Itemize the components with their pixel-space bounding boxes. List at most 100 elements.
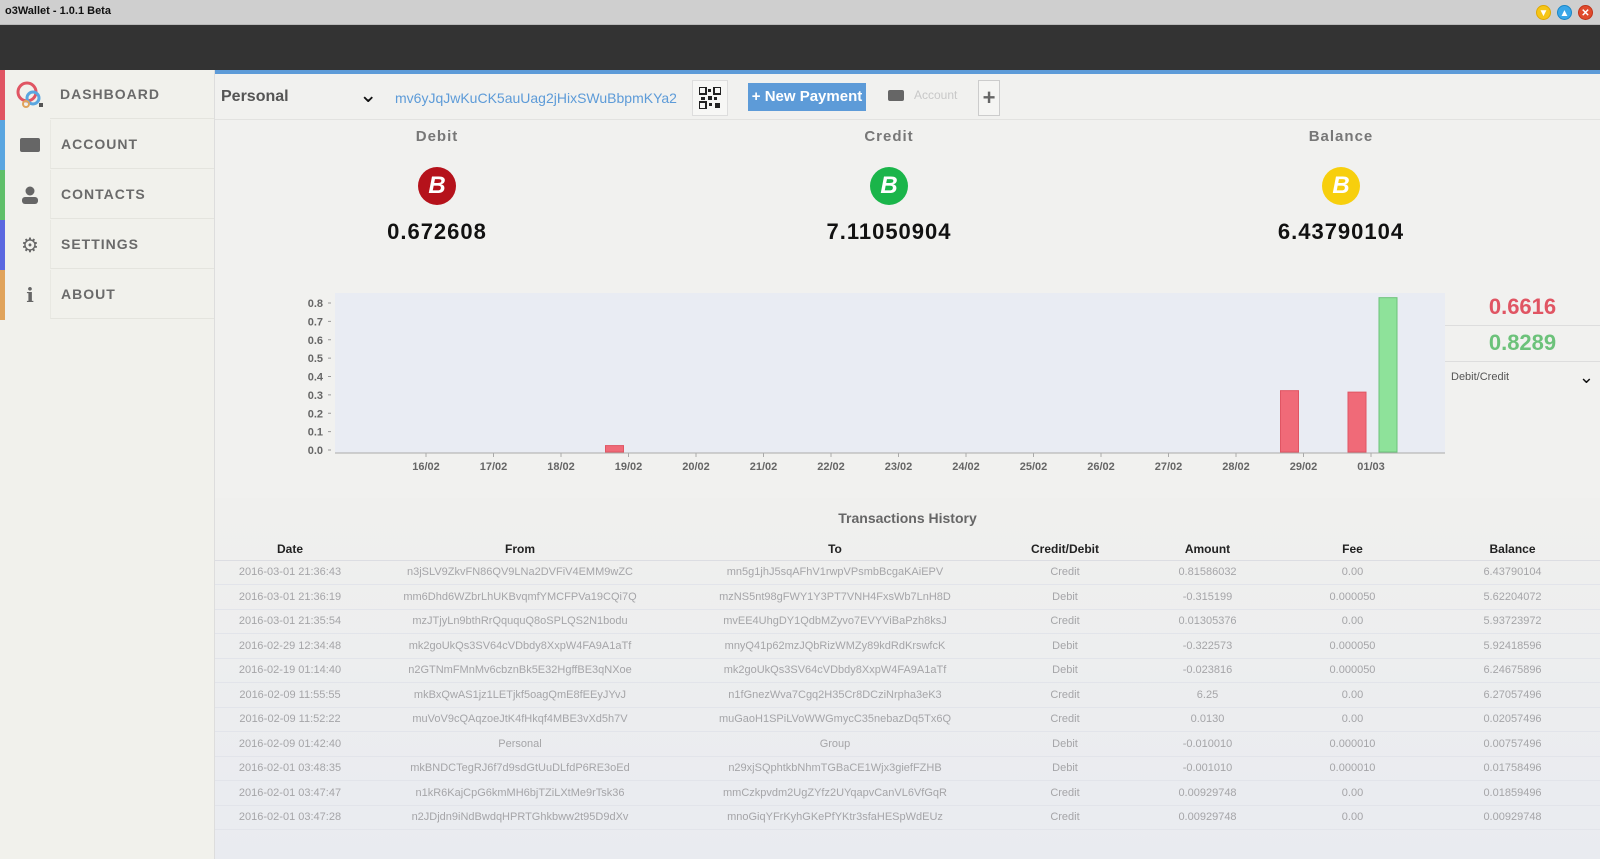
sidebar-item-label: ABOUT: [50, 270, 214, 319]
table-cell: n1kR6KajCpG6kmMH6bjTZiLXtMe9rTsk36: [365, 780, 675, 806]
sidebar-item-dashboard[interactable]: DASHBOARD: [0, 70, 214, 120]
table-row[interactable]: 2016-02-19 01:14:40 n2GTNmFMnMv6cbznBk5E3…: [215, 658, 1600, 683]
column-header[interactable]: Amount: [1135, 538, 1280, 561]
y-tick-label: 0.5: [308, 353, 323, 365]
table-cell: n2GTNmFMnMv6cbznBk5E32HgffBE3qNXoe: [365, 658, 675, 683]
chart-mode-select[interactable]: Debit/Credit ⌄: [1445, 362, 1600, 392]
table-cell: n29xjSQphtkbNhmTGBaCE1Wjx3giefFZHB: [675, 756, 995, 781]
logo-icon: [10, 70, 50, 120]
qr-code-button[interactable]: [692, 80, 728, 116]
y-tick-label: 0.8: [308, 298, 323, 310]
wallet-icon: [888, 89, 904, 101]
maximize-icon[interactable]: ▲: [1557, 5, 1572, 20]
nav-stripe: [0, 120, 5, 170]
table-row[interactable]: 2016-02-01 03:47:47 n1kR6KajCpG6kmMH6bjTZ…: [215, 780, 1600, 806]
bitcoin-icon: B: [870, 167, 908, 205]
table-row[interactable]: 2016-03-01 21:36:43 n3jSLV9ZkvFN86QV9LNa2…: [215, 560, 1600, 585]
y-tick-label: 0.7: [308, 316, 323, 328]
plot-area: [335, 293, 1445, 453]
sidebar-item-contacts[interactable]: CONTACTS: [0, 170, 214, 220]
table-cell: mm6Dhd6WZbrLhUKBvqmfYMCFPVa19CQi7Q: [365, 584, 675, 610]
balance-value: 6.43790104: [1277, 219, 1405, 244]
table-cell: 2016-02-01 03:47:28: [215, 805, 365, 830]
table-cell: Debit: [995, 756, 1135, 781]
table-row[interactable]: 2016-02-09 11:52:22 muVoV9cQAqzoeJtK4fHkq…: [215, 707, 1600, 732]
chevron-down-icon[interactable]: ⌄: [359, 82, 377, 108]
table-cell: 5.92418596: [1425, 633, 1600, 659]
x-tick-label: 21/02: [750, 461, 778, 473]
table-cell: muVoV9cQAqzoeJtK4fHkqf4MBE3vXd5h7V: [365, 707, 675, 732]
sidebar-item-about[interactable]: i ABOUT: [0, 270, 214, 320]
table-cell: -0.315199: [1135, 584, 1280, 610]
y-tick-label: 0.1: [308, 427, 323, 439]
table-row[interactable]: 2016-03-01 21:35:54 mzJTjyLn9bthRrQququQ8…: [215, 609, 1600, 634]
table-cell: Credit: [995, 609, 1135, 634]
qr-code-icon: [699, 87, 721, 109]
account-button[interactable]: Account: [888, 88, 957, 102]
debit-bar: [1347, 391, 1367, 453]
x-tick-label: 26/02: [1087, 461, 1115, 473]
table-row[interactable]: 2016-02-01 03:47:28 n2JDjdn9iNdBwdqHPRTGh…: [215, 805, 1600, 830]
column-header[interactable]: To: [675, 538, 995, 561]
table-cell: 0.81586032: [1135, 560, 1280, 585]
table-cell: 2016-02-01 03:48:35: [215, 756, 365, 781]
column-header[interactable]: Credit/Debit: [995, 538, 1135, 561]
debit-value: 0.672608: [387, 219, 487, 244]
minimize-icon[interactable]: ▼: [1536, 5, 1551, 20]
table-cell: Debit: [995, 633, 1135, 659]
table-cell: 0.01305376: [1135, 609, 1280, 634]
table-row[interactable]: 2016-02-09 01:42:40 Personal Group Debit -0.…: [215, 731, 1600, 757]
table-cell: Debit: [995, 584, 1135, 610]
window-title: o3Wallet - 1.0.1 Beta: [5, 5, 111, 17]
table-cell: Credit: [995, 682, 1135, 708]
table-cell: 2016-02-29 12:34:48: [215, 633, 365, 659]
toolbar: Personal ⌄ mv6yJqJwKuCK5auUag2jHixSWuBbp…: [215, 74, 1600, 120]
table-cell: 0.00: [1280, 682, 1425, 708]
table-cell: -0.023816: [1135, 658, 1280, 683]
debit-bar: [605, 445, 624, 453]
debit-summary: Debit B 0.672608: [337, 128, 537, 245]
chevron-down-icon[interactable]: ⌄: [1579, 362, 1594, 392]
column-header[interactable]: Fee: [1280, 538, 1425, 561]
credit-bar: [1378, 297, 1398, 453]
table-cell: -0.010010: [1135, 731, 1280, 757]
table-cell: Credit: [995, 780, 1135, 806]
table-cell: mkBNDCTegRJ6f7d9sdGtUuDLfdP6RE3oEd: [365, 756, 675, 781]
sidebar-item-label: ACCOUNT: [50, 120, 214, 169]
balance-label: Balance: [1308, 128, 1374, 145]
table-row[interactable]: 2016-02-29 12:34:48 mk2goUkQs3SV64cVDbdy8…: [215, 633, 1600, 659]
new-payment-button[interactable]: + New Payment: [748, 83, 866, 111]
header-bar: [0, 25, 1600, 70]
table-cell: mn5g1jhJ5sqAFhV1rwpVPsmbBcgaKAiEPV: [675, 560, 995, 585]
table-cell: Debit: [995, 731, 1135, 757]
y-tick-label: 0.2: [308, 408, 323, 420]
sidebar-item-label: CONTACTS: [50, 170, 214, 219]
table-cell: Debit: [995, 658, 1135, 683]
table-row[interactable]: 2016-03-01 21:36:19 mm6Dhd6WZbrLhUKBvqmfY…: [215, 584, 1600, 610]
history-title: Transactions History: [838, 510, 977, 526]
bitcoin-icon: B: [418, 167, 456, 205]
y-tick-label: 0.6: [308, 335, 323, 347]
close-icon[interactable]: ✕: [1578, 5, 1593, 20]
account-button-label: Account: [914, 88, 958, 102]
table-cell: 0.00: [1280, 609, 1425, 634]
table-cell: 0.00929748: [1425, 805, 1600, 830]
add-account-button[interactable]: +: [978, 80, 1000, 116]
table-header-row: Date From To Credit/Debit Amount Fee Balance: [215, 538, 1600, 561]
transactions-history: Transactions History Date From To Credit/De…: [215, 498, 1600, 859]
sidebar-item-settings[interactable]: ⚙ SETTINGS: [0, 220, 214, 270]
x-tick-label: 25/02: [1020, 461, 1048, 473]
x-tick-label: 22/02: [817, 461, 845, 473]
wallet-address-link[interactable]: mv6yJqJwKuCK5auUag2jHixSWuBbpmKYa2: [395, 90, 677, 106]
column-header[interactable]: Date: [215, 538, 365, 561]
sidebar-item-account[interactable]: ACCOUNT: [0, 120, 214, 170]
table-cell: n3jSLV9ZkvFN86QV9LNa2DVFiV4EMM9wZC: [365, 560, 675, 585]
table-row[interactable]: 2016-02-09 11:55:55 mkBxQwAS1jz1LETjkf5oa…: [215, 682, 1600, 708]
x-tick-label: 28/02: [1222, 461, 1250, 473]
table-row[interactable]: 2016-02-01 03:48:35 mkBNDCTegRJ6f7d9sdGtU…: [215, 756, 1600, 781]
column-header[interactable]: From: [365, 538, 675, 561]
table-cell: mzNS5nt98gFWY1Y3PT7VNH4FxsWb7LnH8D: [675, 584, 995, 610]
table-cell: 6.27057496: [1425, 682, 1600, 708]
account-select[interactable]: Personal: [221, 88, 289, 106]
column-header[interactable]: Balance: [1425, 538, 1600, 561]
